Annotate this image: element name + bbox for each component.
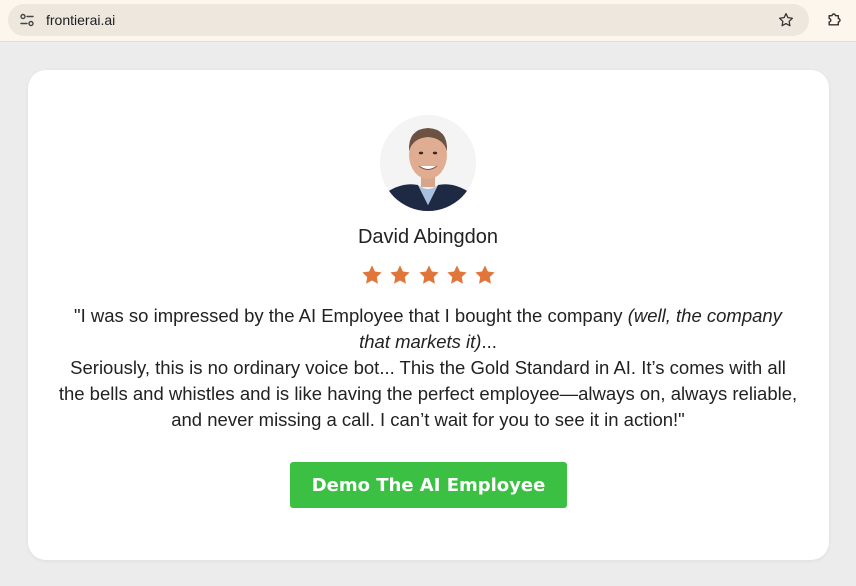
browser-toolbar: frontierai.ai bbox=[0, 0, 856, 42]
star-icon bbox=[447, 265, 467, 284]
address-bar[interactable]: frontierai.ai bbox=[8, 4, 809, 36]
puzzle-icon[interactable] bbox=[825, 9, 845, 29]
reviewer-name: David Abingdon bbox=[357, 226, 499, 248]
avatar bbox=[380, 115, 476, 211]
quote-opening: "I was so impressed by the AI Employee t… bbox=[74, 305, 628, 326]
demo-ai-employee-button[interactable]: Demo The AI Employee bbox=[290, 462, 567, 508]
testimonial-quote: "I was so impressed by the AI Employee t… bbox=[58, 303, 798, 433]
quote-ellipsis: ... bbox=[481, 331, 497, 352]
star-icon bbox=[362, 265, 382, 284]
star-icon bbox=[390, 265, 410, 284]
star-rating bbox=[361, 264, 496, 288]
star-outline-icon[interactable] bbox=[777, 11, 795, 29]
quote-body: Seriously, this is no ordinary voice bot… bbox=[58, 357, 798, 430]
tune-icon[interactable] bbox=[19, 12, 35, 28]
star-icon bbox=[418, 265, 439, 284]
star-icon bbox=[475, 265, 495, 284]
url-text[interactable]: frontierai.ai bbox=[46, 11, 115, 29]
